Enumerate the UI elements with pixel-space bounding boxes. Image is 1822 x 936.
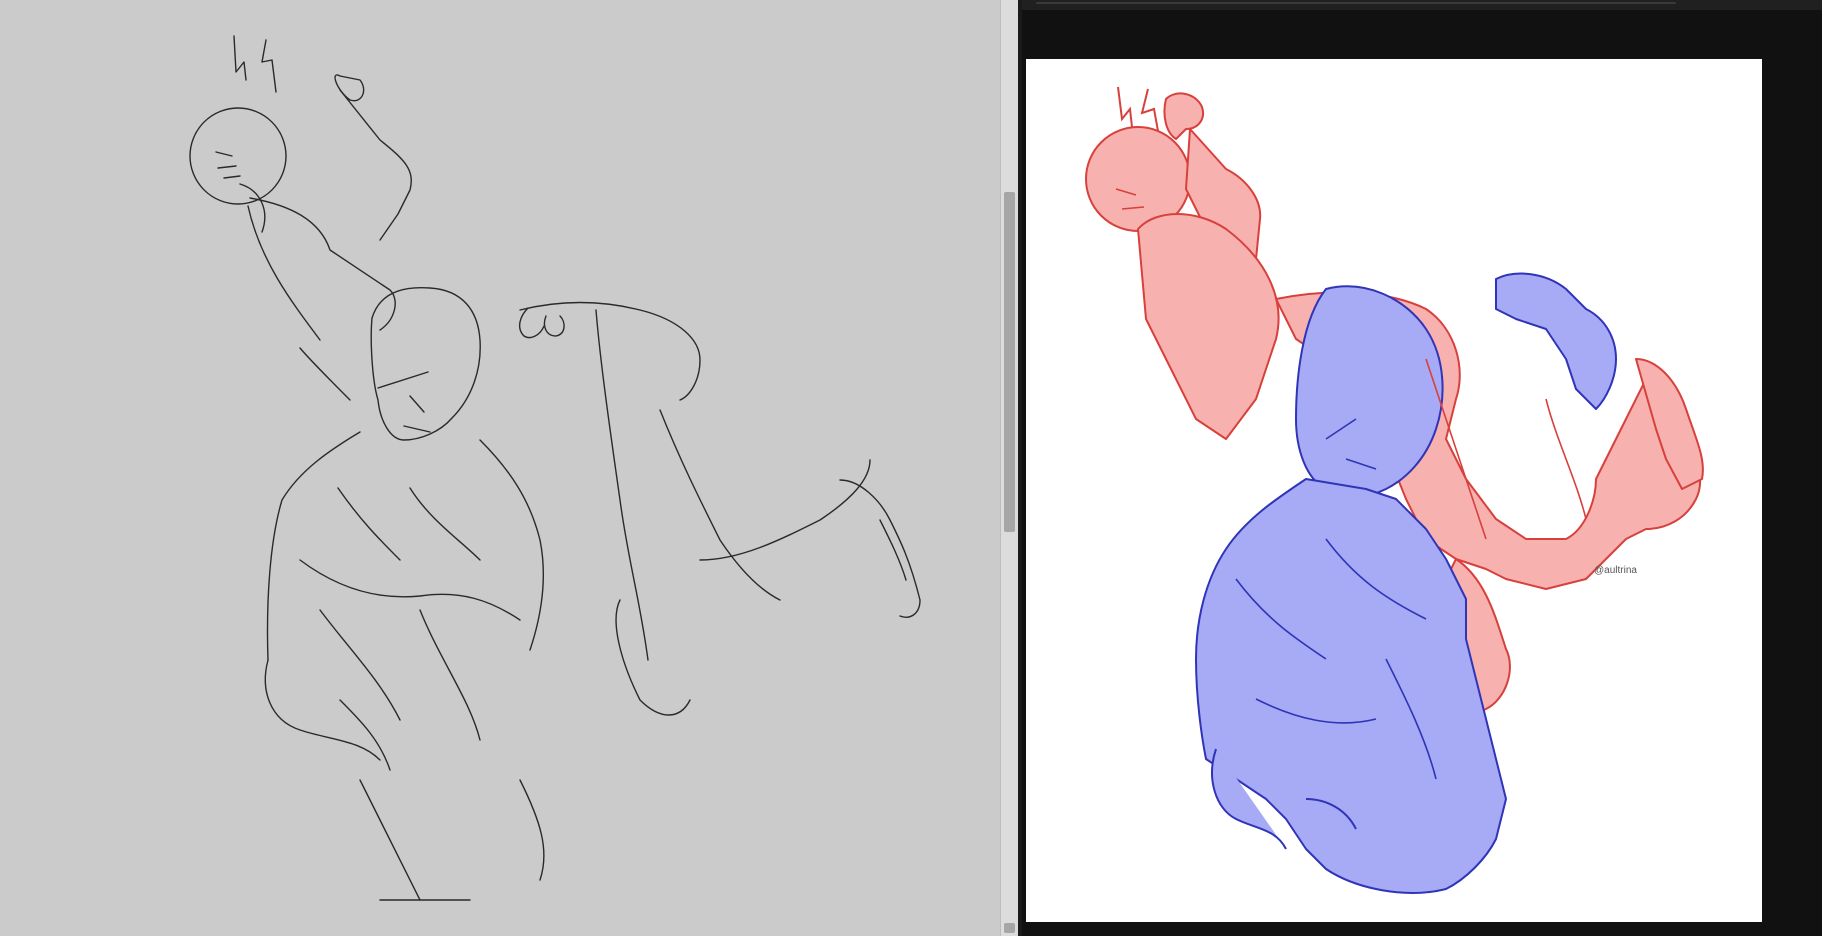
lightning-mark-1	[233, 35, 247, 81]
panel-tab-bar[interactable]	[1036, 2, 1676, 4]
lightning-mark-2	[261, 39, 277, 93]
male-head	[370, 286, 481, 441]
male-chest	[299, 559, 521, 621]
female-thigh	[595, 309, 649, 661]
female-calf	[699, 459, 871, 561]
female-knee	[615, 599, 691, 716]
panel-top-strip	[1022, 0, 1822, 10]
vertical-scrollbar[interactable]	[1000, 0, 1018, 936]
female-hip	[519, 301, 701, 401]
female-foot	[839, 479, 921, 618]
reference-panel: @aultrina	[1022, 0, 1822, 936]
reference-image: @aultrina	[1026, 59, 1762, 922]
male-lower	[359, 779, 545, 901]
ref-lightning-mark-1	[1117, 86, 1133, 128]
scrollbar-thumb[interactable]	[1004, 192, 1015, 532]
female-arm	[339, 89, 412, 241]
male-shoulder-left	[266, 431, 361, 661]
male-hand-on-hip	[518, 307, 565, 339]
scrollbar-end-button[interactable]	[1004, 923, 1015, 933]
female-fist	[334, 74, 365, 102]
male-shoulder-right	[479, 439, 544, 651]
female-torso	[249, 197, 396, 331]
ref-lightning-mark-2	[1140, 88, 1159, 132]
female-head	[189, 107, 287, 205]
artist-signature: @aultrina	[1594, 565, 1637, 576]
sketch-canvas[interactable]	[0, 0, 1000, 936]
